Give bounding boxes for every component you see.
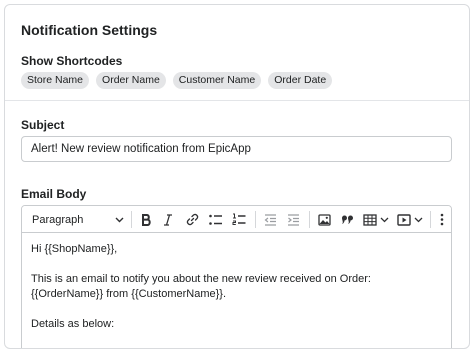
shortcodes-label: Show Shortcodes [21,54,123,68]
chevron-down-icon [380,217,389,222]
indent-icon [287,213,299,226]
editor-toolbar: Paragraph [22,206,451,233]
shortcode-chip-order-date[interactable]: Order Date [268,72,333,89]
toolbar-divider [430,211,431,228]
shortcode-chip-store-name[interactable]: Store Name [21,72,90,89]
bulleted-list-icon [209,214,222,225]
details-line: Details as below: [31,318,115,330]
outdent-button[interactable] [260,206,280,233]
email-body-label: Email Body [21,187,87,201]
italic-icon [164,213,172,226]
outdent-icon [264,213,276,226]
notification-settings-card: Notification Settings Show Shortcodes St… [4,4,470,349]
shortcode-chip-customer-name[interactable]: Customer Name [172,72,262,89]
shortcode-chip-order-name[interactable]: Order Name [96,72,166,89]
blockquote-icon [341,215,353,224]
subject-input[interactable] [21,136,452,162]
paragraph-format-value: Paragraph [32,213,84,226]
toolbar-divider [255,211,256,228]
media-icon [397,213,411,226]
toolbar-divider [309,211,310,228]
email-body-content[interactable]: Hi {{ShopName}}, This is an email to not… [31,242,441,347]
paragraph-format-select[interactable]: Paragraph [28,206,128,233]
shortcode-list: Store Name Order Name Customer Name Orde… [21,72,333,89]
insert-table-button[interactable] [361,206,391,233]
link-button[interactable] [182,206,202,233]
link-icon [186,213,198,226]
numbered-list-button[interactable] [229,206,249,233]
toolbar-divider [131,211,132,228]
more-icon [440,213,444,226]
email-body-editor: Paragraph Hi {{ShopName}}, This is an em… [21,205,452,348]
chevron-down-icon [414,217,423,222]
bold-icon [141,213,151,226]
page-title: Notification Settings [21,22,158,38]
subject-label: Subject [21,118,65,132]
italic-button[interactable] [158,206,178,233]
chevron-down-icon [115,217,124,222]
indent-button[interactable] [283,206,303,233]
body-paragraph: This is an email to notify you about the… [31,273,371,300]
greeting-line: Hi {{ShopName}}, [31,243,118,255]
bulleted-list-button[interactable] [206,206,226,233]
bold-button[interactable] [136,206,156,233]
numbered-list-icon [232,213,246,225]
more-options-button[interactable] [434,206,450,233]
insert-media-button[interactable] [394,206,426,233]
settings-header-section: Notification Settings Show Shortcodes St… [5,5,469,101]
insert-image-button[interactable] [314,206,334,233]
blockquote-button[interactable] [337,206,357,233]
table-icon [363,213,377,226]
image-icon [317,213,331,226]
